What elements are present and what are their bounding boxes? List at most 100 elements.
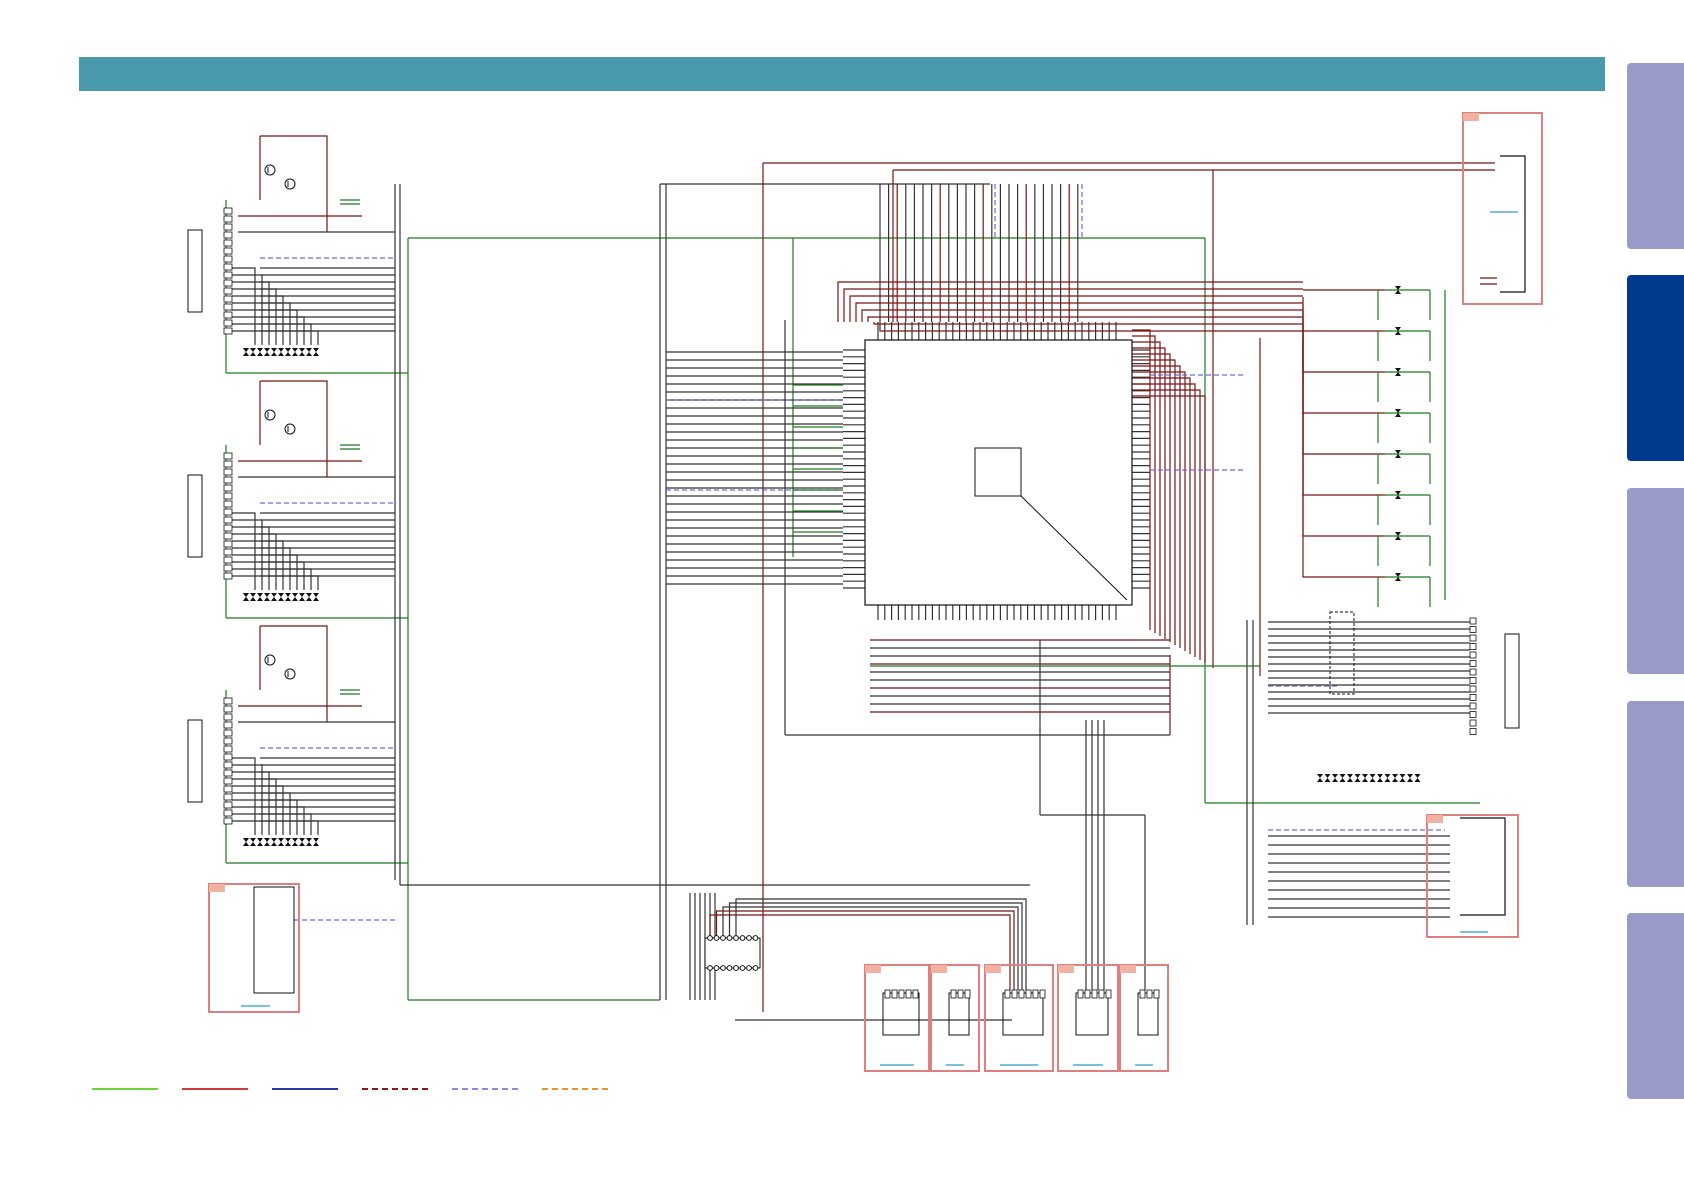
diode-body [1339,774,1346,782]
connector-pin [1004,989,1011,999]
connector-pin [223,255,233,263]
red-route [1132,359,1176,645]
diode-symbol-icon [1362,774,1368,782]
diode-symbol-icon [1339,774,1346,782]
side-tab-1[interactable] [1627,63,1684,249]
small-ic-pin [726,965,733,971]
diode-body [313,348,319,356]
small-ic-package [704,937,761,969]
connector-pin [223,548,233,556]
connector-pin [223,247,233,255]
connector-pin [223,508,233,516]
red-route [1132,341,1161,636]
connector-pin [223,572,233,580]
diode-body [278,348,284,356]
side-tab-2[interactable] [1627,275,1684,461]
diode-symbol-icon [292,838,298,846]
diode-body [1414,774,1421,782]
diode-body [264,838,270,846]
sub-board-outline [948,992,970,1036]
power-rail [260,625,328,722]
connector-pin [1469,617,1477,625]
diode-symbol-icon [271,838,277,846]
connector-pin [223,295,233,303]
transistor-symbol-icon [284,668,296,680]
connector-pin [223,484,233,492]
side-tab-5[interactable] [1627,913,1684,1099]
connector-pin-strip-icon [223,207,233,335]
diode-symbol-icon [1399,774,1406,782]
connector-pin [223,801,233,809]
diode-body [257,593,263,601]
sub-board-tag [1427,815,1443,823]
diode-symbol-icon [1414,774,1421,782]
diode-body [285,348,291,356]
diode-symbol-icon [1377,774,1383,782]
connector-pin [223,279,233,287]
diode-body [271,348,277,356]
sub-board-tag [1463,113,1479,121]
transistor-symbol-icon [264,654,276,666]
connector-pin [223,809,233,817]
side-tab-4[interactable] [1627,701,1684,887]
filter-line [1302,332,1385,537]
red-route [849,295,1303,322]
schematic-diagram [187,112,1543,1072]
key-line [232,799,298,835]
diode-symbol-icon [292,348,298,356]
key-line [232,323,312,345]
filter-line [1302,339,1385,578]
diode-body [1324,774,1331,782]
connector-pin [1469,668,1477,676]
key-line [232,512,256,590]
sub-board-outline [1137,992,1159,1036]
diode-symbol-icon [1354,774,1361,782]
diode-symbol-icon [1369,774,1376,782]
small-ic-route [735,898,1027,990]
red-route [1132,371,1186,651]
diode-symbol-icon [1384,774,1391,782]
connector-pin [891,989,898,999]
diode-body [1347,774,1353,782]
red-route [1132,377,1191,654]
connector-pin [223,239,233,247]
side-tab-3[interactable] [1627,488,1684,674]
transistor-symbol-icon [284,178,296,190]
connector-pin [1091,989,1098,999]
sub-board-outline [253,886,295,994]
diode-symbol-icon [1317,774,1323,782]
diode-body [257,838,263,846]
connector-pin [223,319,233,327]
connector-pin [223,303,233,311]
diode-symbol-icon [313,838,319,846]
connector-pin [1077,989,1084,999]
diode-symbol-icon [257,348,263,356]
diode-symbol-icon [243,838,249,846]
filter-line [1302,304,1385,373]
key-line [232,757,256,835]
connector-pin [1139,989,1146,999]
connector-pin [1469,719,1477,727]
connector-pin [223,777,233,785]
connector-pin [223,516,233,524]
connector-pin [223,785,233,793]
components-layer [187,112,1543,1072]
diode-body [299,348,305,356]
transistor-symbol-icon [264,409,276,421]
small-ic-pin [720,965,726,971]
diode-body [306,838,312,846]
red-route [879,322,1303,332]
connector-pin [1146,989,1153,999]
wire-legend [92,1088,608,1090]
diode-symbol-icon [306,593,312,601]
connector-pin [1469,677,1477,684]
connector-pin [1469,702,1477,710]
transistor-body [284,668,296,680]
diode-body [1369,774,1376,782]
diode-symbol-icon [271,593,277,601]
connector-pin-strip-icon [223,452,233,580]
diode-body [257,348,263,356]
key-line [232,309,298,345]
diode-body [306,593,312,601]
connector-pin [223,817,233,825]
